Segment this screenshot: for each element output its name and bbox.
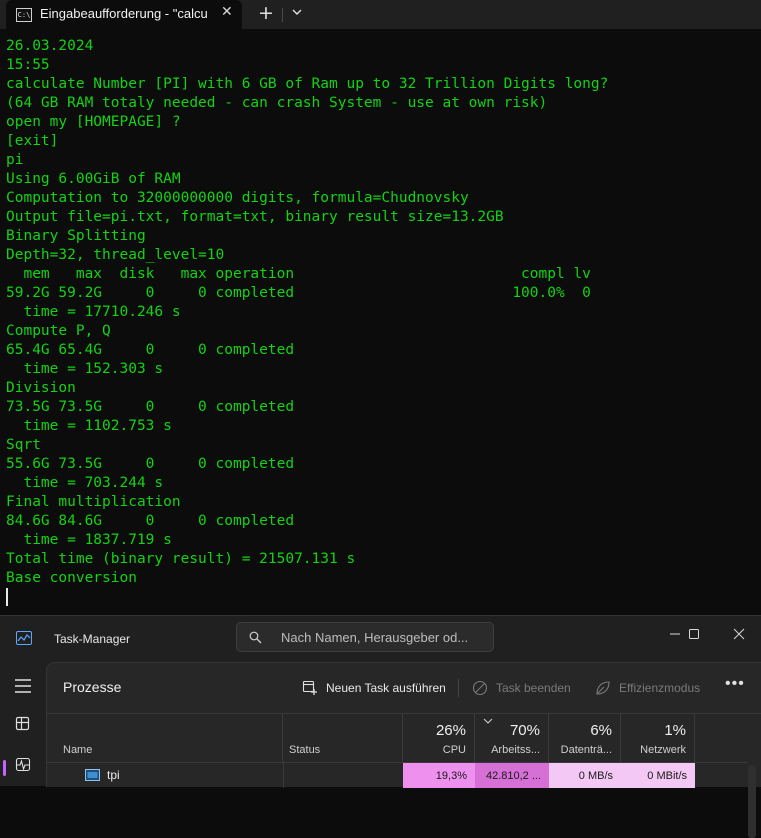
column-header-cpu[interactable]: 26% CPU [403,714,475,762]
terminal-line: Division [6,380,76,396]
terminal-line: pi [6,152,24,168]
terminal-line: open my [HOMEPAGE] ? [6,114,181,130]
navigation-rail [0,662,46,786]
new-task-button[interactable]: Neuen Task ausführen [302,674,446,702]
column-label: CPU [442,744,466,756]
search-box[interactable] [236,622,494,652]
terminal-line: time = 1102.753 s [6,418,172,434]
process-name: tpi [107,768,120,782]
terminal-line: [exit] [6,133,59,149]
process-network: 0 MBit/s [621,763,695,788]
search-icon [249,631,262,644]
process-table: Name Status 26% CPU 70% Arbeitss... 6% D… [47,714,761,838]
terminal-line: Output file=pi.txt, format=txt, binary r… [6,209,504,225]
column-label: Datenträ... [560,744,612,756]
column-header-network[interactable]: 1% Netzwerk [621,714,695,762]
active-nav-indicator [3,760,6,776]
terminal-line: Compute P, Q [6,323,111,339]
column-header-memory[interactable]: 70% Arbeitss... [475,714,549,762]
terminal-line: 65.4G 65.4G 0 0 completed [6,342,295,358]
task-manager-window: Task-Manager Nach Namen, Herausgeber od.… [0,615,761,838]
text-cursor [6,588,8,606]
terminal-line: 15:55 [6,57,50,73]
terminal-line: Using 6.00GiB of RAM [6,171,181,187]
terminal-line: calculate Number [PI] with 6 GB of Ram u… [6,76,609,92]
efficiency-mode-label: Effizienzmodus [619,681,701,695]
end-task-label: Task beenden [496,681,571,695]
terminal-line: Depth=32, thread_level=10 [6,247,225,263]
terminal-line: 84.6G 84.6G 0 0 completed [6,513,295,529]
cpu-usage-total: 26% [435,722,466,739]
terminal-tab-title: Eingabeaufforderung - "calcu [40,6,208,21]
close-icon[interactable] [724,621,754,647]
search-input[interactable] [281,628,486,646]
task-manager-icon [16,631,32,645]
terminal-line: Base conversion [6,570,137,586]
hamburger-menu-icon[interactable] [8,672,38,700]
end-task-button[interactable]: Task beenden [472,674,571,702]
window-title: Task-Manager [54,632,131,646]
memory-usage-total: 70% [509,722,540,739]
terminal-line: 26.03.2024 [6,38,94,54]
process-disk: 0 MB/s [549,763,621,788]
terminal-line: Computation to 32000000000 digits, formu… [6,190,469,206]
process-memory: 42.810,2 ... [475,763,549,788]
terminal-line: 73.5G 73.5G 0 0 completed [6,399,295,415]
terminal-line: time = 703.244 s [6,475,164,491]
column-header-disk[interactable]: 6% Datenträ... [549,714,621,762]
table-row[interactable]: tpi 19,3% 42.810,2 ... 0 MB/s 0 MBit/s [47,762,747,788]
column-header-status[interactable]: Status [283,714,403,762]
processes-icon[interactable] [8,710,38,738]
end-task-icon [472,680,488,696]
column-label: Arbeitss... [491,744,540,756]
terminal-line: Binary Splitting [6,228,146,244]
command-prompt-icon: C:\ [16,8,32,22]
performance-icon[interactable] [8,751,38,779]
terminal-line: Total time (binary result) = 21507.131 s [6,551,356,567]
terminal-line: Sqrt [6,437,41,453]
column-label: Status [289,744,321,756]
process-cpu: 19,3% [403,763,475,788]
terminal-output[interactable]: 26.03.2024 15:55 calculate Number [PI] wit… [0,29,761,615]
terminal-line: mem max disk max operation compl lv [6,266,591,282]
terminal-tab[interactable]: C:\ Eingabeaufforderung - "calcu ✕ [6,0,242,29]
column-label: Name [63,744,93,756]
terminal-line: time = 152.303 s [6,361,164,377]
terminal-line: 55.6G 73.5G 0 0 completed [6,456,295,472]
command-separator [458,679,459,697]
leaf-icon [596,681,610,695]
task-manager-titlebar: Task-Manager [0,616,761,662]
terminal-line: (64 GB RAM totaly needed - can crash Sys… [6,95,548,111]
terminal-tab-bar: C:\ Eingabeaufforderung - "calcu ✕ + [0,0,761,29]
processes-panel: Prozesse Neuen Task ausführen Task beend… [46,662,761,838]
sort-chevron-icon [483,718,493,724]
process-status [283,763,403,788]
tab-separator [282,8,283,22]
scrollbar[interactable] [748,765,756,838]
network-usage-total: 1% [664,722,686,739]
chevron-down-icon[interactable] [290,5,304,19]
disk-usage-total: 6% [590,722,612,739]
page-title: Prozesse [63,679,122,695]
maximize-icon[interactable] [680,621,710,647]
close-tab-icon[interactable]: ✕ [221,4,233,20]
terminal-line: time = 1837.719 s [6,532,172,548]
efficiency-mode-button[interactable]: Effizienzmodus [595,674,700,702]
more-options-button[interactable]: ••• [725,675,745,693]
terminal-line: time = 17710.246 s [6,304,181,320]
terminal-line: Final multiplication [6,494,181,510]
terminal-lines: 26.03.2024 15:55 calculate Number [PI] wit… [6,37,608,588]
terminal-line: 59.2G 59.2G 0 0 completed 100.0% 0 [6,285,591,301]
app-window-icon [85,769,100,781]
new-task-label: Neuen Task ausführen [326,681,446,695]
new-tab-button[interactable]: + [258,2,274,24]
column-header-name[interactable]: Name [47,714,283,762]
column-label: Netzwerk [640,744,686,756]
new-task-icon [302,680,317,695]
